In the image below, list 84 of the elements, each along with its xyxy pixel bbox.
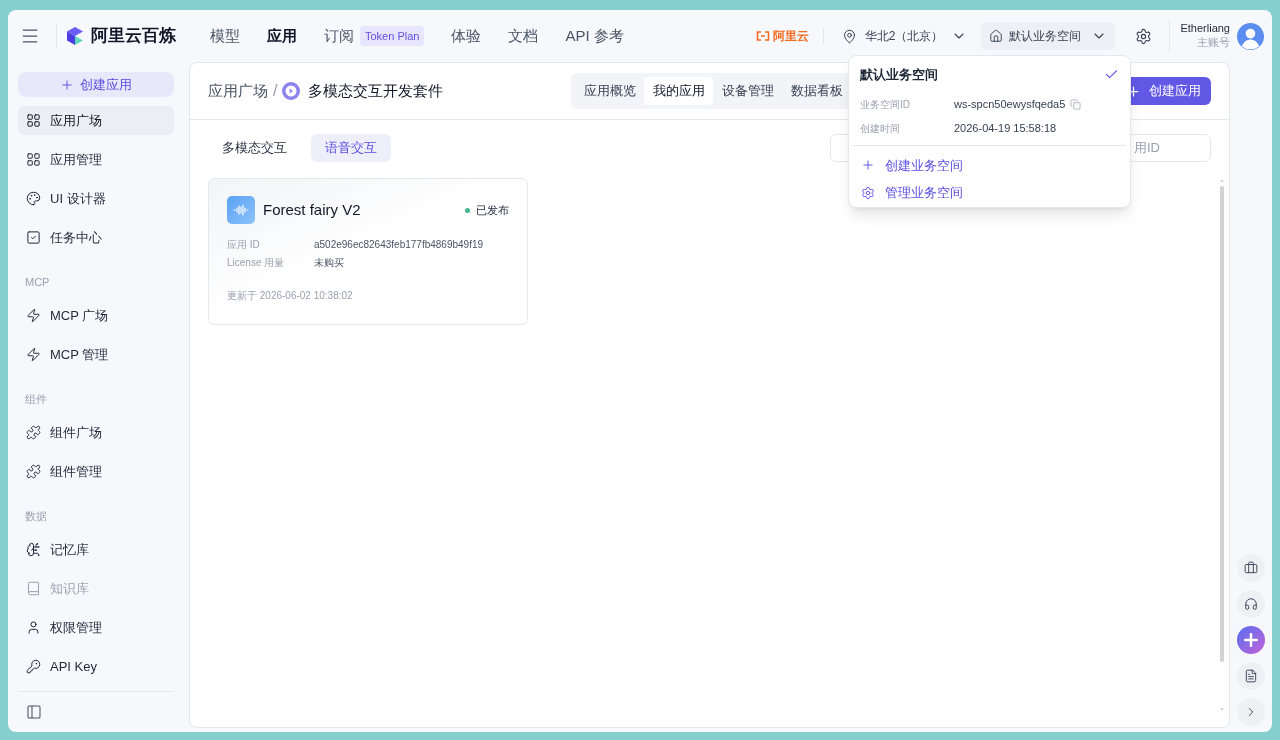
sidebar-item[interactable]: MCP 广场	[18, 301, 174, 331]
nav-link[interactable]: 模型	[210, 24, 240, 48]
sidebar-item[interactable]: 组件管理	[18, 457, 174, 487]
panel-left-icon	[26, 704, 42, 720]
plus-icon	[861, 158, 875, 173]
nav-link[interactable]: API 参考	[565, 24, 624, 48]
app-name: Forest fairy V2	[263, 199, 361, 220]
subtab[interactable]: 多模态交互	[208, 134, 301, 162]
add-button[interactable]	[1237, 626, 1265, 654]
sidebar-item[interactable]: 记忆库	[18, 535, 174, 565]
puzzle-icon	[26, 464, 41, 480]
avatar-icon[interactable]	[1237, 22, 1264, 50]
menu-item[interactable]: 管理业务空间	[853, 179, 1126, 207]
detail-label: 创建时间	[860, 122, 901, 136]
user-icon	[26, 620, 41, 636]
briefcase-button[interactable]	[1237, 554, 1265, 582]
menu-item[interactable]: 创建业务空间	[853, 151, 1126, 180]
tab[interactable]: 我的应用	[644, 77, 714, 105]
status-label: 已发布	[476, 202, 509, 218]
breadcrumb-separator: /	[273, 81, 278, 101]
updated-time: 更新于 2026-06-02 10:38:02	[227, 289, 354, 303]
section-heading: 组件	[24, 391, 48, 407]
palette-icon	[26, 191, 41, 207]
detail-value: ws-spcn50ewysfqeda5	[954, 97, 1066, 113]
section-heading: 数据	[24, 508, 48, 524]
tab[interactable]: 应用概览	[575, 77, 645, 105]
tab[interactable]: 设备管理	[713, 77, 783, 105]
nav-link[interactable]: 体验	[451, 24, 482, 48]
document-icon	[1244, 669, 1258, 683]
bracket-logo-icon	[755, 31, 770, 41]
field-value: 未购买	[314, 256, 344, 270]
book-icon	[26, 581, 41, 597]
section-heading: MCP	[24, 274, 51, 290]
play-icon	[282, 82, 301, 100]
sidebar-item[interactable]: 应用管理	[18, 145, 174, 175]
field-value: a502e96ec82643feb177fb4869b49f19	[314, 238, 484, 252]
document-button[interactable]	[1237, 662, 1265, 690]
lightning-icon	[26, 347, 41, 363]
head-icon	[26, 542, 41, 558]
collapse-sidebar-button[interactable]	[26, 704, 42, 720]
field-label: License 用量	[227, 256, 286, 270]
sidebar-item[interactable]: 应用广场	[18, 106, 174, 136]
account-role: 主账号	[1197, 36, 1230, 50]
nav-link[interactable]: 订阅	[324, 24, 354, 48]
sidebar-item[interactable]: 组件广场	[18, 418, 174, 448]
home-icon	[989, 29, 1004, 43]
plus-icon	[60, 77, 74, 92]
sidebar-item[interactable]: 权限管理	[18, 613, 174, 643]
briefcase-icon	[1244, 561, 1258, 575]
app-card[interactable]: Forest fairy V2 已发布 应用 ID a502e96ec82643feb177fb4869b49f19 License 用量 未购买 更新于 2026-06-02 10:38:02	[208, 178, 528, 325]
region-selector[interactable]: 华北2（北京）	[837, 27, 972, 45]
plan-badge: Token Plan	[360, 25, 425, 47]
breadcrumb-link[interactable]: 应用广场	[208, 79, 268, 103]
page-title: 多模态交互开发套件	[308, 80, 444, 101]
create-app-button[interactable]: 创建应用	[18, 72, 174, 98]
sidebar-item[interactable]: 任务中心	[18, 223, 174, 253]
brand-name: 阿里云百炼	[91, 25, 176, 48]
cloud-logo: 阿里云	[772, 28, 809, 45]
detail-label: 业务空间ID	[860, 98, 911, 113]
sidebar-item[interactable]: MCP 管理	[18, 340, 174, 370]
settings-icon	[861, 186, 875, 201]
grid-icon	[26, 113, 41, 129]
key-icon	[26, 659, 41, 675]
sidebar-item[interactable]: UI 设计器	[18, 184, 174, 214]
plus-icon	[1241, 630, 1261, 650]
field-label: 应用 ID	[227, 238, 261, 252]
detail-value: 2026-04-19 15:58:18	[954, 121, 1057, 137]
nav-link[interactable]: 文档	[508, 24, 539, 48]
waveform-icon	[227, 196, 255, 224]
location-icon	[841, 28, 857, 44]
workspace-selector[interactable]: 默认业务空间	[981, 22, 1116, 50]
settings-icon	[1134, 27, 1152, 45]
nav-link[interactable]: 应用	[267, 24, 297, 48]
checkbox-icon	[26, 230, 41, 246]
support-button[interactable]	[1237, 590, 1265, 618]
user-name: Etherliang	[1180, 22, 1230, 36]
logo-icon	[65, 26, 85, 46]
tab[interactable]: 数据看板	[782, 77, 852, 105]
headset-icon	[1244, 597, 1258, 611]
lightning-icon	[26, 308, 41, 324]
puzzle-icon	[26, 425, 41, 441]
sidebar-item[interactable]: API Key	[18, 652, 174, 682]
subtab[interactable]: 语音交互	[311, 134, 391, 162]
grid-icon	[26, 152, 41, 168]
